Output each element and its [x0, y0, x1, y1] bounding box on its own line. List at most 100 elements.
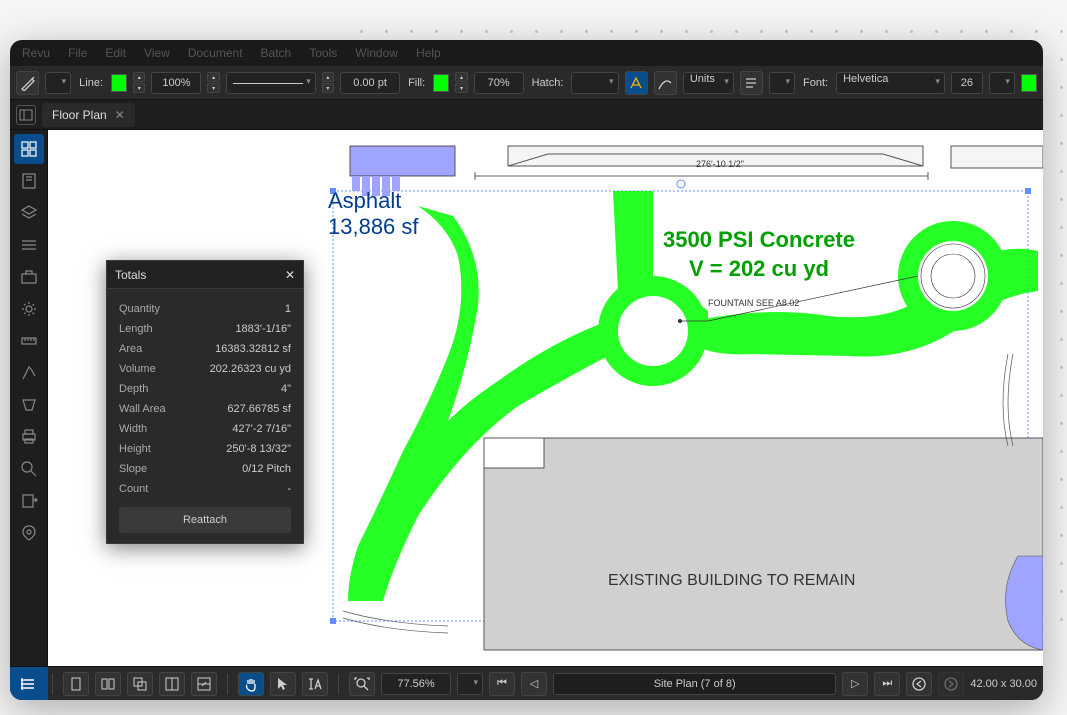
row-area-label: Area	[119, 343, 142, 355]
line-color-swatch[interactable]	[111, 74, 127, 92]
row-length-label: Length	[119, 323, 153, 335]
line-color-stepper[interactable]: ▴▾	[133, 72, 145, 93]
row-area-value: 16383.32812 sf	[215, 343, 291, 355]
next-page-button[interactable]: ▷	[842, 672, 868, 696]
prev-view-button[interactable]	[906, 672, 932, 696]
left-sidebar	[10, 130, 48, 666]
first-page-button[interactable]: ⏮	[489, 672, 515, 696]
thumbnails-icon[interactable]	[14, 134, 44, 164]
row-wallarea-label: Wall Area	[119, 403, 166, 415]
pen-tool-button[interactable]	[16, 71, 39, 95]
properties-toolbar: Line: ▴▾ ▴▾ ▴▾ Fill: ▴▾ Hatch: Units Fon…	[10, 66, 1043, 100]
units-select[interactable]: Units	[683, 72, 734, 94]
hatch-select[interactable]	[571, 72, 618, 94]
row-volume-label: Volume	[119, 363, 156, 375]
page-display[interactable]: Site Plan (7 of 8)	[553, 673, 836, 695]
fill-stepper[interactable]: ▴▾	[455, 72, 467, 93]
dimension-label: 276'-10 1/2"	[696, 159, 744, 169]
row-count-value: -	[287, 483, 291, 495]
export-icon[interactable]	[14, 486, 44, 516]
zoom-extents-button[interactable]	[349, 672, 375, 696]
pen-dropdown[interactable]	[45, 72, 71, 94]
linestyle-select[interactable]	[226, 72, 316, 94]
location-icon[interactable]	[14, 518, 44, 548]
row-width-label: Width	[119, 423, 147, 435]
menu-view[interactable]: View	[144, 46, 170, 60]
font-select[interactable]: Helvetica	[836, 72, 945, 94]
menu-file[interactable]: File	[68, 46, 87, 60]
reattach-button[interactable]: Reattach	[119, 507, 291, 533]
zoom-stepper[interactable]: ▴▾	[207, 72, 219, 93]
sidebar-toggle[interactable]	[16, 105, 36, 125]
text-color-swatch[interactable]	[1021, 74, 1037, 92]
row-quantity-value: 1	[285, 303, 291, 315]
menu-window[interactable]: Window	[355, 46, 398, 60]
select-button[interactable]	[270, 672, 296, 696]
font-size-input[interactable]	[951, 72, 983, 94]
totals-title: Totals	[115, 268, 146, 282]
zoom-level-input[interactable]	[381, 673, 451, 695]
weight-stepper[interactable]: ▴▾	[322, 72, 334, 93]
align-dropdown[interactable]	[769, 72, 795, 94]
tabbar: Floor Plan ✕	[10, 100, 1043, 130]
tab-close[interactable]: ✕	[115, 108, 125, 122]
totals-header[interactable]: Totals ✕	[107, 261, 303, 289]
shapes-icon[interactable]	[14, 390, 44, 420]
zoom-dropdown[interactable]	[457, 673, 483, 695]
font-size-dropdown[interactable]	[989, 72, 1015, 94]
menu-tools[interactable]: Tools	[309, 46, 337, 60]
coordinates-display: 42.00 x 30.00	[970, 678, 1037, 690]
row-width-value: 427'-2 7/16"	[232, 423, 291, 435]
toolchest-icon[interactable]	[14, 262, 44, 292]
opacity-input[interactable]	[474, 72, 524, 94]
markup-list-button[interactable]	[10, 667, 48, 701]
curve-button[interactable]	[654, 71, 677, 95]
totals-close[interactable]: ✕	[285, 268, 295, 282]
split-h-button[interactable]	[191, 672, 217, 696]
tab-floor-plan[interactable]: Floor Plan ✕	[42, 103, 135, 127]
two-page-button[interactable]	[95, 672, 121, 696]
pan-button[interactable]	[238, 672, 264, 696]
align-button[interactable]	[740, 71, 763, 95]
row-length-value: 1883'-1/16"	[235, 323, 291, 335]
zoom-input[interactable]	[151, 72, 201, 94]
ruler-icon[interactable]	[14, 326, 44, 356]
weight-input[interactable]	[340, 72, 400, 94]
compare-button[interactable]	[127, 672, 153, 696]
search-icon[interactable]	[14, 454, 44, 484]
drawing-canvas[interactable]: (function(){ const pts = []; // arc of d…	[48, 130, 1043, 666]
measure-icon[interactable]	[14, 358, 44, 388]
bookmarks-icon[interactable]	[14, 166, 44, 196]
row-count-label: Count	[119, 483, 148, 495]
menu-document[interactable]: Document	[188, 46, 243, 60]
text-select-button[interactable]	[302, 672, 328, 696]
menu-revu[interactable]: Revu	[22, 46, 50, 60]
line-label: Line:	[79, 77, 103, 89]
building-label: EXISTING BUILDING TO REMAIN	[608, 572, 855, 590]
fill-color-swatch[interactable]	[433, 74, 449, 92]
layers-icon[interactable]	[14, 198, 44, 228]
hatch-label: Hatch:	[532, 77, 564, 89]
properties-icon[interactable]	[14, 230, 44, 260]
menu-help[interactable]: Help	[416, 46, 441, 60]
fill-label: Fill:	[408, 77, 425, 89]
main-area: (function(){ const pts = []; // arc of d…	[10, 130, 1043, 666]
print-icon[interactable]	[14, 422, 44, 452]
single-page-button[interactable]	[63, 672, 89, 696]
tab-label: Floor Plan	[52, 108, 107, 122]
row-depth-value: 4"	[281, 383, 291, 395]
prev-page-button[interactable]: ◁	[521, 672, 547, 696]
settings-icon[interactable]	[14, 294, 44, 324]
font-label: Font:	[803, 77, 828, 89]
highlight-button[interactable]	[625, 71, 648, 95]
menu-batch[interactable]: Batch	[261, 46, 292, 60]
row-height-label: Height	[119, 443, 151, 455]
totals-panel: Totals ✕ Quantity1 Length1883'-1/16" Are…	[106, 260, 304, 544]
menu-edit[interactable]: Edit	[105, 46, 126, 60]
asphalt-label: Asphalt 13,886 sf	[328, 188, 419, 241]
row-wallarea-value: 627.66785 sf	[227, 403, 291, 415]
row-depth-label: Depth	[119, 383, 148, 395]
last-page-button[interactable]: ⏭	[874, 672, 900, 696]
next-view-button[interactable]	[938, 672, 964, 696]
split-v-button[interactable]	[159, 672, 185, 696]
